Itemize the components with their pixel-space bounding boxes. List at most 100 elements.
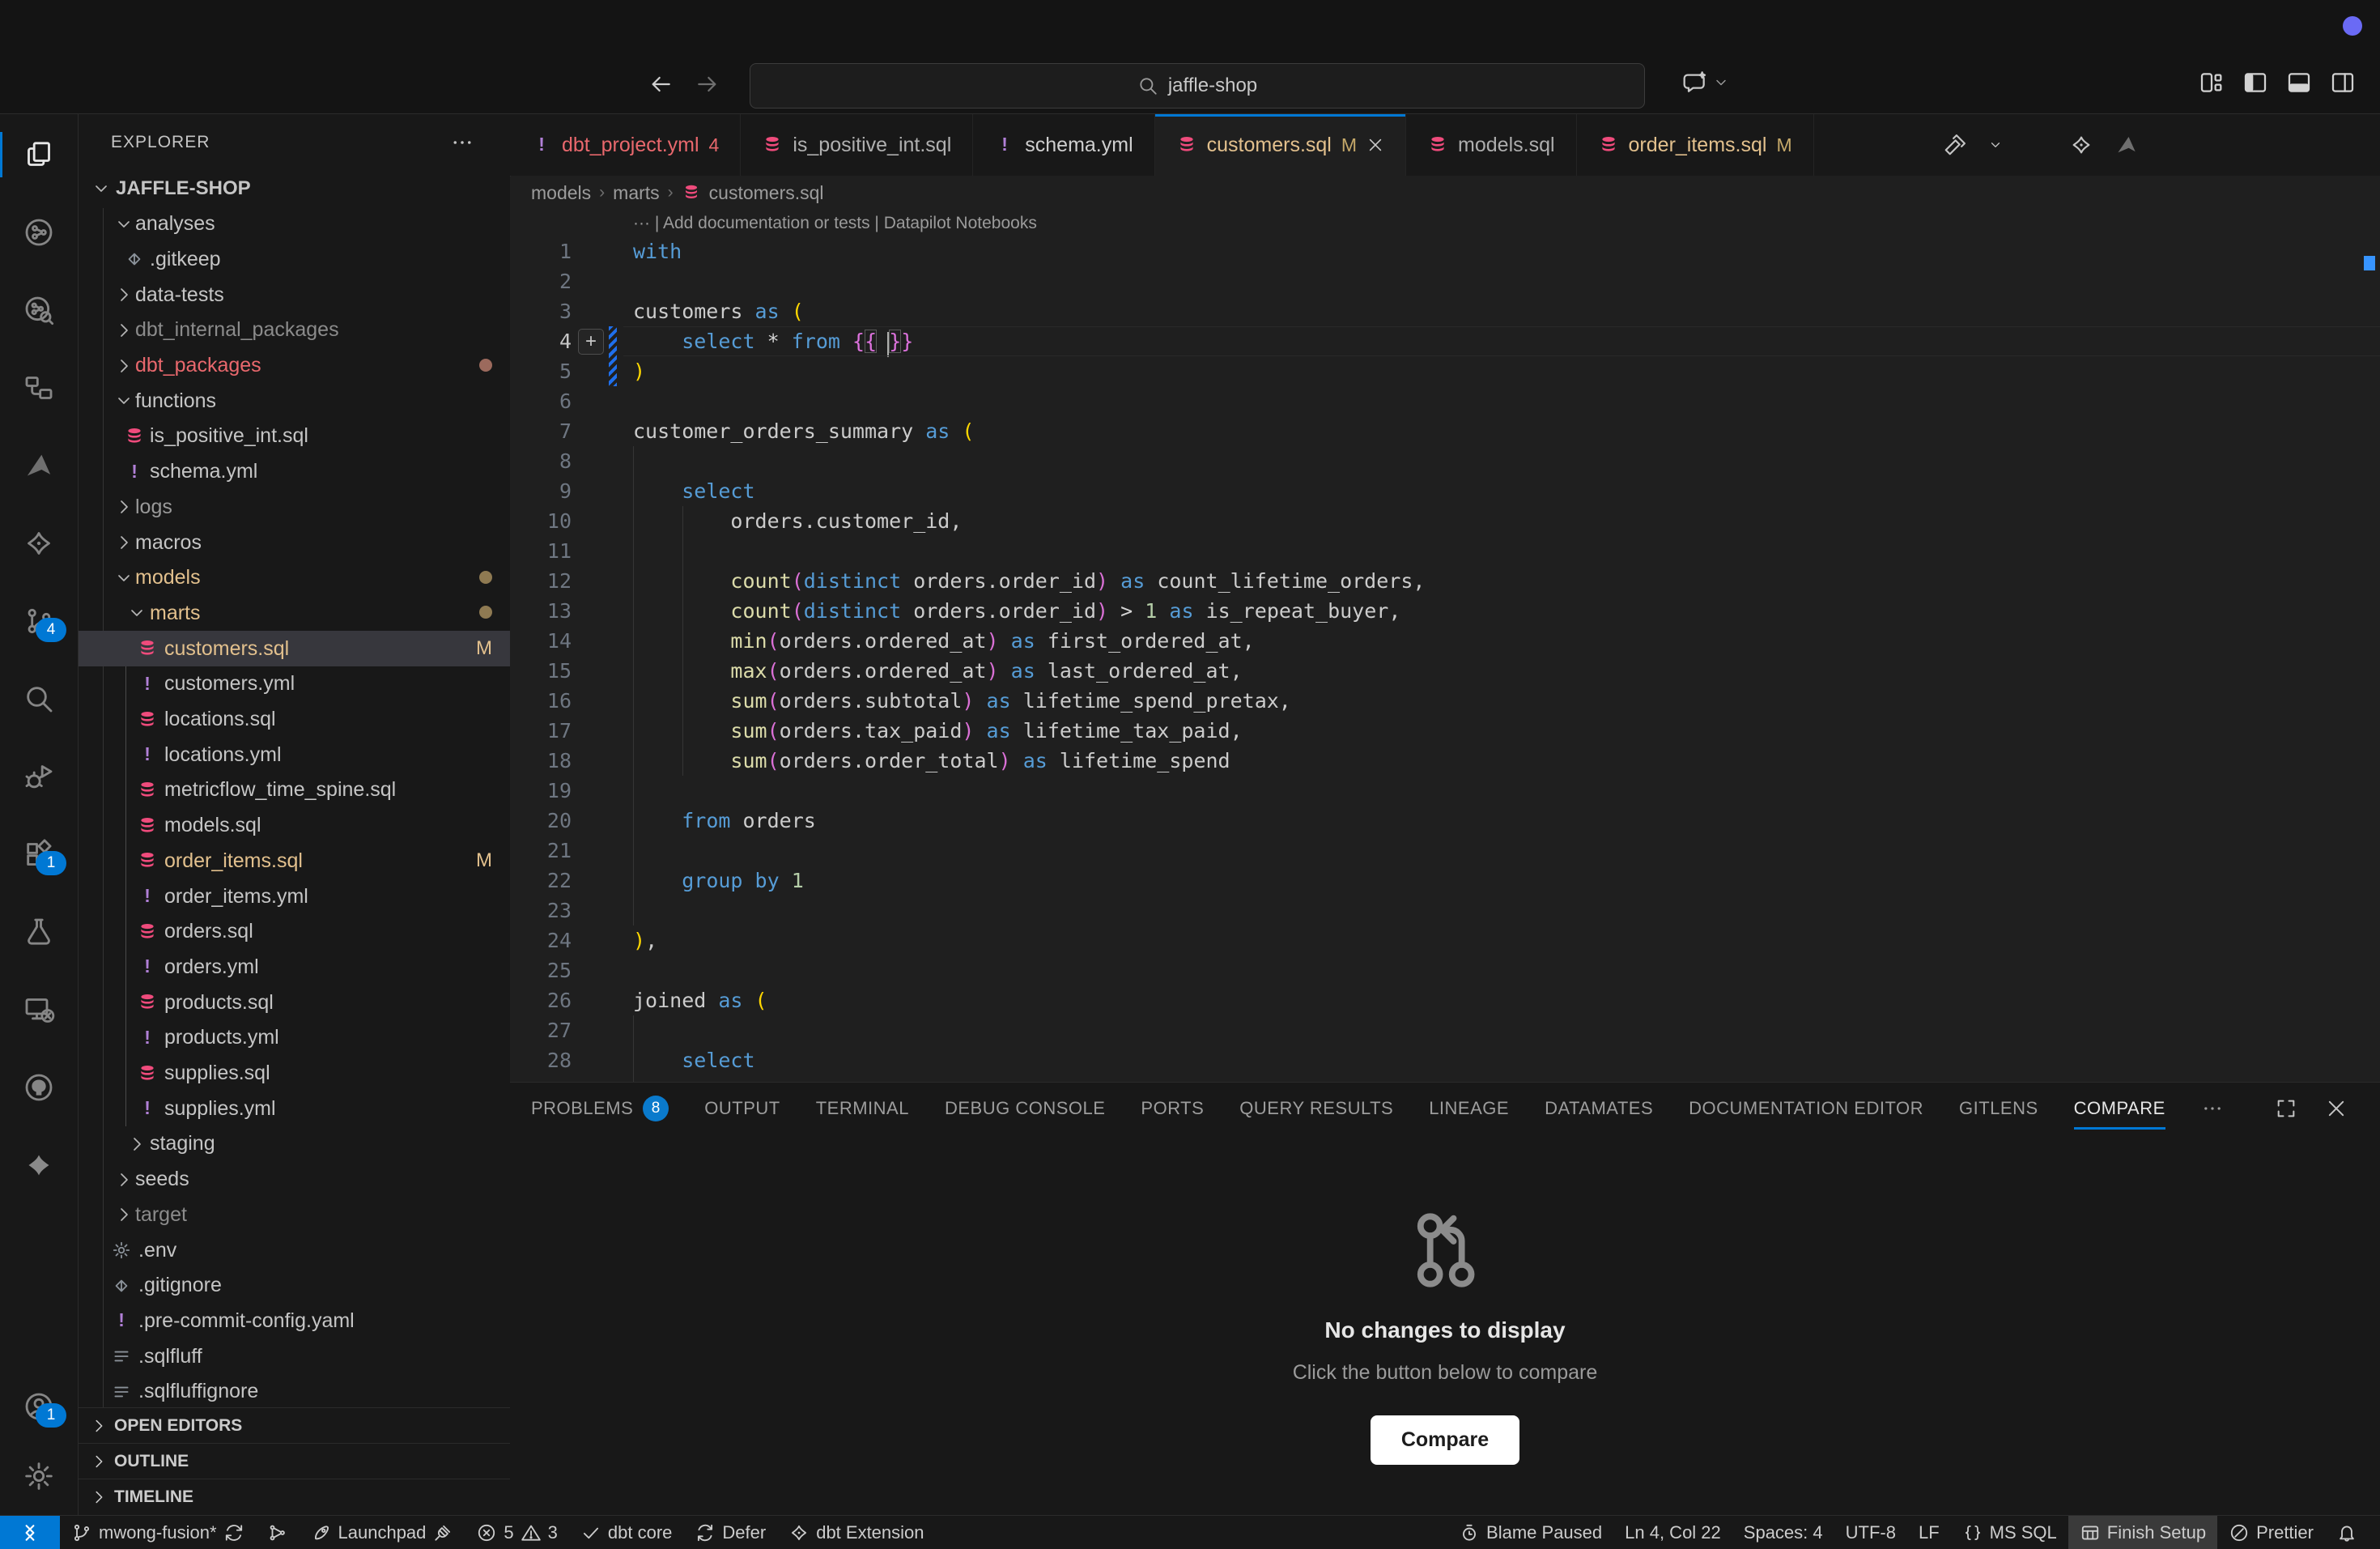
panel-tab-terminal[interactable]: TERMINAL	[816, 1083, 909, 1134]
tree-folder-dbt-internal-packages[interactable]: dbt_internal_packages	[79, 313, 510, 348]
panel-tab-problems[interactable]: PROBLEMS8	[531, 1083, 669, 1134]
tree-folder-macros[interactable]: macros	[79, 525, 510, 560]
more-tabs-icon[interactable]	[2201, 1097, 2224, 1120]
activity-item-dbt-query-explorer[interactable]	[0, 281, 78, 339]
status-dbt-extension[interactable]: dbt Extension	[777, 1516, 935, 1549]
close-panel-icon[interactable]	[2325, 1097, 2348, 1120]
tree-file-schema-yml[interactable]: !schema.yml	[79, 454, 510, 490]
panel-tab-debug-console[interactable]: DEBUG CONSOLE	[945, 1083, 1105, 1134]
tree-file-metricflow-time-spine-sql[interactable]: metricflow_time_spine.sql	[79, 772, 510, 808]
tree-folder-staging[interactable]: staging	[79, 1126, 510, 1162]
maximize-panel-icon[interactable]	[2275, 1097, 2297, 1120]
dbt-icon[interactable]	[2069, 133, 2093, 157]
tree-folder-marts[interactable]: marts	[79, 595, 510, 631]
git-compare-icon[interactable]	[2205, 133, 2229, 157]
tree-folder-seeds[interactable]: seeds	[79, 1162, 510, 1198]
panel-tab-datamates[interactable]: DATAMATES	[1545, 1083, 1653, 1134]
sidebar-section-open-editors[interactable]: OPEN EDITORS	[79, 1407, 510, 1444]
tree-file-supplies-yml[interactable]: !supplies.yml	[79, 1091, 510, 1126]
sidebar-right-icon[interactable]	[2330, 70, 2356, 96]
status-notifications[interactable]	[2325, 1516, 2369, 1549]
tree-file--env[interactable]: .env	[79, 1232, 510, 1268]
tab-dbt-project-yml[interactable]: !dbt_project.yml4	[510, 114, 741, 176]
panel-tab-documentation-editor[interactable]: DOCUMENTATION EDITOR	[1689, 1083, 1923, 1134]
nav-forward-icon[interactable]	[695, 71, 720, 97]
status-indentation[interactable]: Spaces: 4	[1732, 1516, 1834, 1549]
status-encoding[interactable]: UTF-8	[1834, 1516, 1907, 1549]
activity-item-source-control[interactable]: 4	[0, 592, 78, 650]
tab-order-items-sql[interactable]: order_items.sqlM	[1577, 114, 1814, 176]
panel-tab-gitlens[interactable]: GITLENS	[1959, 1083, 2038, 1134]
tree-file--pre-commit-config-yaml[interactable]: !.pre-commit-config.yaml	[79, 1303, 510, 1338]
activity-item-extensions[interactable]: 1	[0, 825, 78, 883]
tree-folder-models[interactable]: models	[79, 560, 510, 596]
breadcrumb-item[interactable]: marts	[613, 182, 660, 204]
activity-item-dbt-lineage[interactable]	[0, 203, 78, 262]
more-actions-icon[interactable]	[2341, 133, 2365, 157]
tree-folder-analyses[interactable]: analyses	[79, 206, 510, 242]
tree-file-models-sql[interactable]: models.sql	[79, 808, 510, 844]
panel-tab-compare[interactable]: COMPARE	[2074, 1083, 2165, 1134]
activity-item-testing[interactable]	[0, 903, 78, 961]
datapilot-icon[interactable]	[2114, 133, 2139, 157]
panel-tab-query-results[interactable]: QUERY RESULTS	[1239, 1083, 1393, 1134]
panel-bottom-icon[interactable]	[2286, 70, 2312, 96]
tree-file-customers-yml[interactable]: !customers.yml	[79, 666, 510, 702]
tree-file-products-sql[interactable]: products.sql	[79, 985, 510, 1020]
activity-item-explorer[interactable]	[0, 126, 78, 184]
copilot-menu[interactable]	[1682, 70, 1729, 96]
tree-folder-logs[interactable]: logs	[79, 489, 510, 525]
tree-folder-data-tests[interactable]: data-tests	[79, 277, 510, 313]
run-icon[interactable]	[2024, 133, 2048, 157]
code-editor[interactable]: ··· | Add documentation or tests | Datap…	[510, 209, 2380, 1082]
panel-tab-output[interactable]: OUTPUT	[704, 1083, 780, 1134]
activity-item-search[interactable]	[0, 670, 78, 728]
tree-folder-dbt-packages[interactable]: dbt_packages	[79, 348, 510, 384]
status-branch[interactable]: mwong-fusion*	[60, 1516, 256, 1549]
tab-schema-yml[interactable]: !schema.yml	[973, 114, 1154, 176]
tab-customers-sql[interactable]: customers.sqlM	[1155, 114, 1406, 176]
codelens-actions[interactable]: ··· | Add documentation or tests | Datap…	[633, 214, 1037, 233]
tree-file-locations-yml[interactable]: !locations.yml	[79, 737, 510, 772]
activity-item-flow[interactable]	[0, 359, 78, 417]
activity-item-dbt-extension[interactable]	[0, 1136, 78, 1194]
activity-item-run-and-debug[interactable]	[0, 747, 78, 806]
status-dbt-core[interactable]: dbt core	[569, 1516, 684, 1549]
breadcrumb-item[interactable]: customers.sql	[709, 182, 824, 204]
explorer-more-actions-icon[interactable]	[450, 130, 474, 155]
status-finish-setup[interactable]: Finish Setup	[2068, 1516, 2217, 1549]
panel-tab-ports[interactable]: PORTS	[1141, 1083, 1204, 1134]
tree-folder-jaffle-shop[interactable]: JAFFLE-SHOP	[79, 171, 510, 206]
split-editor-icon[interactable]	[2296, 133, 2320, 157]
query-results-icon[interactable]	[2250, 133, 2275, 157]
tree-file-order-items-sql[interactable]: order_items.sqlM	[79, 843, 510, 879]
close-tab-icon[interactable]	[1366, 136, 1384, 154]
sidebar-section-timeline[interactable]: TIMELINE	[79, 1479, 510, 1515]
gutter-add-button[interactable]: +	[578, 329, 604, 355]
tree-file-is-positive-int-sql[interactable]: is_positive_int.sql	[79, 419, 510, 454]
tree-file-order-items-yml[interactable]: !order_items.yml	[79, 879, 510, 914]
status-problems[interactable]: 53	[465, 1516, 569, 1549]
tree-file--sqlfluff[interactable]: .sqlfluff	[79, 1338, 510, 1374]
activity-item-github[interactable]	[0, 1058, 78, 1117]
status-eol[interactable]: LF	[1907, 1516, 1951, 1549]
status-cursor-position[interactable]: Ln 4, Col 22	[1613, 1516, 1732, 1549]
compare-button[interactable]: Compare	[1371, 1415, 1519, 1465]
command-center-search[interactable]: jaffle-shop	[750, 63, 1645, 109]
layout-customize-icon[interactable]	[2199, 70, 2225, 96]
tree-file--gitignore[interactable]: .gitignore	[79, 1268, 510, 1304]
remote-indicator[interactable]	[0, 1516, 60, 1549]
activity-item-datapilot[interactable]	[0, 436, 78, 495]
status-launchpad[interactable]: Launchpad	[300, 1516, 465, 1549]
tree-folder-functions[interactable]: functions	[79, 383, 510, 419]
tree-file-locations-sql[interactable]: locations.sql	[79, 702, 510, 738]
activity-item-remote-explorer[interactable]	[0, 981, 78, 1039]
nav-back-icon[interactable]	[648, 71, 674, 97]
sidebar-section-outline[interactable]: OUTLINE	[79, 1443, 510, 1479]
tree-file--sqlfluffignore[interactable]: .sqlfluffignore	[79, 1374, 510, 1408]
hammer-chevron-icon[interactable]	[1943, 133, 1967, 157]
status-graph[interactable]	[256, 1516, 300, 1549]
tree-folder-target[interactable]: target	[79, 1197, 510, 1232]
tree-file-supplies-sql[interactable]: supplies.sql	[79, 1056, 510, 1092]
sidebar-left-icon[interactable]	[2242, 70, 2268, 96]
